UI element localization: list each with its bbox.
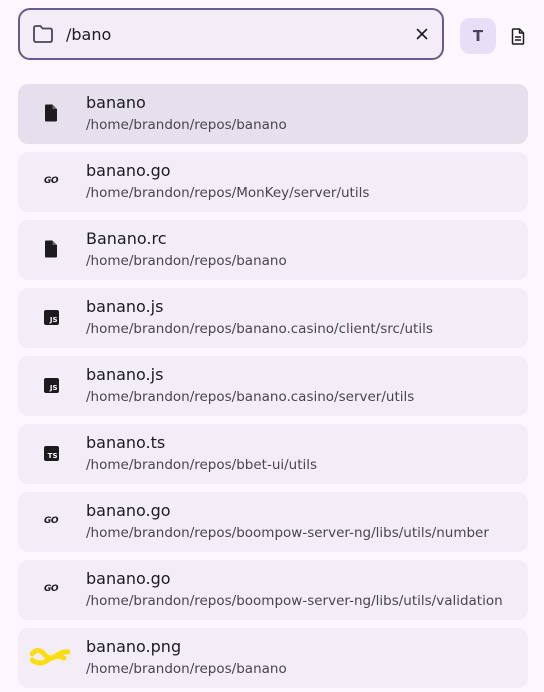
result-item[interactable]: GO banano.go/home/brandon/repos/boompow-s… xyxy=(18,492,528,552)
go-label: GO xyxy=(43,176,59,186)
go-label: GO xyxy=(43,584,59,594)
file-search-window: T banano/home/brandon/repos/bananoGObana… xyxy=(0,0,544,692)
result-name: banano.png xyxy=(86,637,182,656)
clear-search-button[interactable] xyxy=(412,24,432,44)
result-item[interactable]: GO banano.go/home/brandon/repos/MonKey/se… xyxy=(18,152,528,212)
file-icon xyxy=(38,100,64,126)
folder-icon[interactable] xyxy=(32,24,54,44)
banano-logo-icon xyxy=(30,644,70,670)
result-name: banano.go xyxy=(86,501,171,520)
results-list: banano/home/brandon/repos/banano GO banano… xyxy=(18,84,528,692)
result-item[interactable]: JS banano.js/home/brandon/repos/banano.ca… xyxy=(18,288,528,348)
file-content-button[interactable] xyxy=(506,24,530,48)
result-path: /home/brandon/repos/banano xyxy=(86,117,287,133)
result-item[interactable]: TS banano.ts/home/brandon/repos/bbet-ui/u… xyxy=(18,424,528,484)
result-path: /home/brandon/repos/banano.casino/client… xyxy=(86,321,433,337)
js-icon: JS xyxy=(38,304,64,330)
result-path: /home/brandon/repos/banano xyxy=(86,661,287,677)
file-type-badge: JS xyxy=(43,377,59,393)
file-type-badge: JS xyxy=(43,309,59,325)
go-icon: GO xyxy=(38,576,64,602)
result-path: /home/brandon/repos/bbet-ui/utils xyxy=(86,457,318,473)
result-name: Banano.rc xyxy=(86,229,167,248)
result-item[interactable]: Banano.rc/home/brandon/repos/banano xyxy=(18,220,528,280)
close-icon xyxy=(416,28,428,40)
search-bar[interactable] xyxy=(18,8,444,60)
result-name: banano.js xyxy=(86,365,164,384)
result-item[interactable]: banano/home/brandon/repos/banano xyxy=(18,84,528,144)
js-icon: JS xyxy=(38,372,64,398)
document-icon xyxy=(511,27,525,45)
go-label: GO xyxy=(43,516,59,526)
result-item[interactable]: banano.png/home/brandon/repos/banano xyxy=(18,628,528,688)
result-name: banano.ts xyxy=(86,433,166,452)
go-icon: GO xyxy=(38,168,64,194)
result-path: /home/brandon/repos/MonKey/server/utils xyxy=(86,185,370,201)
file-icon xyxy=(38,236,64,262)
go-icon: GO xyxy=(38,508,64,534)
text-search-toggle-label: T xyxy=(472,27,484,45)
result-path: /home/brandon/repos/boompow-server-ng/li… xyxy=(86,525,489,541)
file-type-badge: TS xyxy=(43,445,59,461)
result-path: /home/brandon/repos/boompow-server-ng/li… xyxy=(86,593,503,609)
result-path: /home/brandon/repos/banano.casino/server… xyxy=(86,389,415,405)
text-search-toggle-button[interactable]: T xyxy=(460,18,496,54)
search-input[interactable] xyxy=(66,20,396,48)
result-name: banano.go xyxy=(86,161,171,180)
result-name: banano.js xyxy=(86,297,164,316)
ts-icon: TS xyxy=(38,440,64,466)
result-name: banano.go xyxy=(86,569,171,588)
result-item[interactable]: JS banano.js/home/brandon/repos/banano.ca… xyxy=(18,356,528,416)
result-item[interactable]: GO banano.go/home/brandon/repos/boompow-s… xyxy=(18,560,528,620)
result-name: banano xyxy=(86,93,146,112)
result-path: /home/brandon/repos/banano xyxy=(86,253,287,269)
